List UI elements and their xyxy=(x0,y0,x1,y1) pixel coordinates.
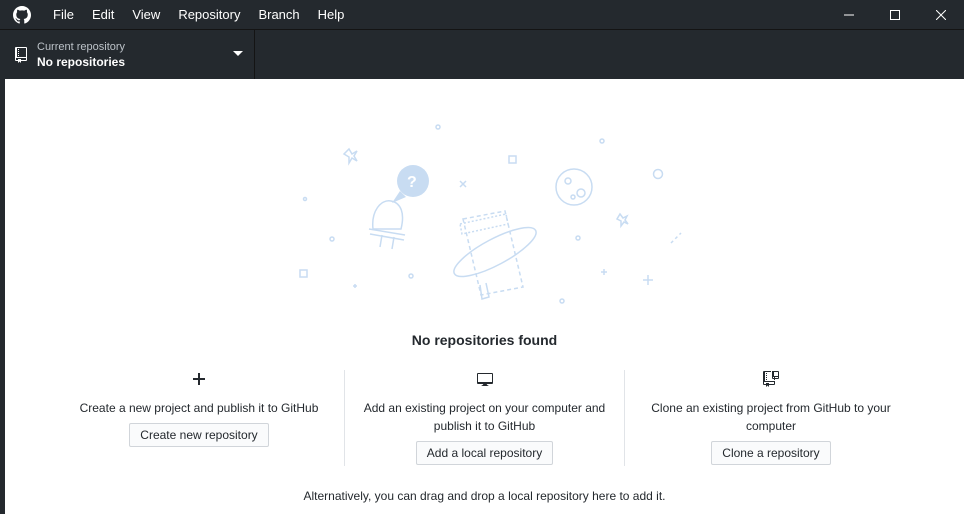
blank-slate-title: No repositories found xyxy=(411,332,558,348)
maximize-icon xyxy=(890,9,900,20)
maximize-button[interactable] xyxy=(872,0,918,29)
toolbar: Current repository No repositories xyxy=(0,29,964,79)
action-divider xyxy=(344,370,345,466)
clone-repository-description: Clone an existing project from GitHub to… xyxy=(651,401,891,433)
menu-file[interactable]: File xyxy=(44,0,83,29)
add-local-repository-description: Add an existing project on your computer… xyxy=(363,401,606,433)
repo-clone-icon xyxy=(763,371,779,387)
github-logo-icon[interactable] xyxy=(0,0,44,29)
add-local-repository-action: Add an existing project on your computer… xyxy=(357,370,612,466)
chevron-down-icon xyxy=(233,51,243,56)
minimize-icon xyxy=(844,14,854,15)
menu-bar: File Edit View Repository Branch Help xyxy=(44,0,353,29)
action-divider xyxy=(624,370,625,466)
desktop-icon xyxy=(476,373,493,386)
blank-slate-actions: Create a new project and publish it to G… xyxy=(5,370,964,470)
clone-repository-button[interactable]: Clone a repository xyxy=(711,441,831,465)
current-repository-value: No repositories xyxy=(37,54,126,69)
current-repository-label: Current repository xyxy=(37,40,126,53)
current-repository-selector[interactable]: Current repository No repositories xyxy=(0,30,255,79)
space-illustration: ? xyxy=(299,124,682,304)
drag-drop-hint: Alternatively, you can drag and drop a l… xyxy=(303,489,666,503)
create-new-repository-description: Create a new project and publish it to G… xyxy=(79,401,319,415)
plus-icon xyxy=(193,373,205,385)
add-local-repository-button[interactable]: Add a local repository xyxy=(415,441,554,465)
blank-slate: ? No repositories found Create a new pro… xyxy=(5,79,964,514)
window-controls xyxy=(826,0,964,29)
menu-repository[interactable]: Repository xyxy=(169,0,249,29)
repo-icon xyxy=(15,46,27,63)
svg-text:?: ? xyxy=(407,174,417,191)
title-bar: File Edit View Repository Branch Help xyxy=(0,0,964,29)
create-new-repository-button[interactable]: Create new repository xyxy=(129,423,269,447)
close-button[interactable] xyxy=(918,0,964,29)
close-icon xyxy=(936,9,946,20)
menu-edit[interactable]: Edit xyxy=(83,0,123,29)
menu-help[interactable]: Help xyxy=(309,0,354,29)
create-new-repository-action: Create a new project and publish it to G… xyxy=(70,370,328,466)
menu-view[interactable]: View xyxy=(123,0,169,29)
clone-repository-action: Clone an existing project from GitHub to… xyxy=(642,370,900,466)
menu-branch[interactable]: Branch xyxy=(249,0,308,29)
minimize-button[interactable] xyxy=(826,0,872,29)
